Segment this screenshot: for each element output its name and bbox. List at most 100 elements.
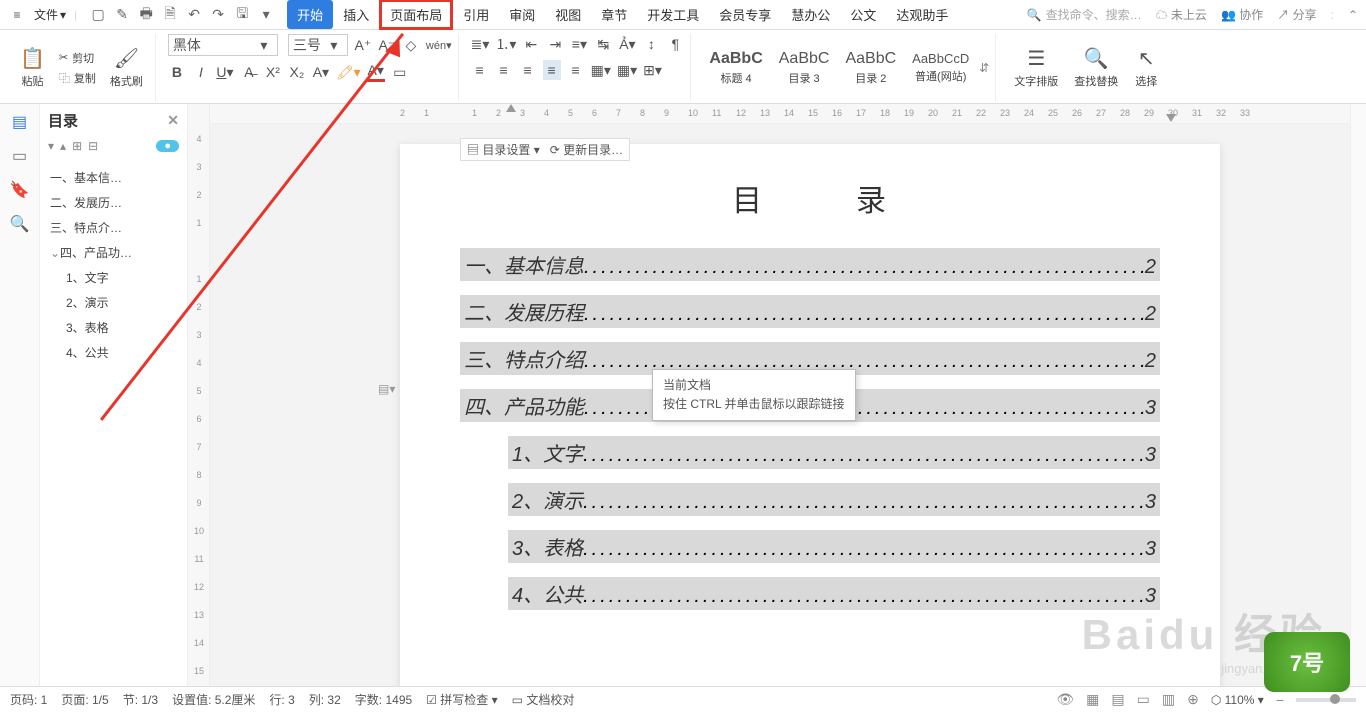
view-print-icon[interactable]: ▦ <box>1086 691 1099 708</box>
outline-item[interactable]: 1、文字 <box>44 265 183 290</box>
status-spellcheck[interactable]: ☑ 拼写检查 ▾ <box>426 691 497 708</box>
tab-references[interactable]: 引用 <box>453 0 499 29</box>
collab-btn[interactable]: 👥 协作 <box>1221 6 1263 23</box>
style-toc3[interactable]: AaBbC目录 3 <box>773 48 836 88</box>
zoom-slider[interactable] <box>1296 698 1356 702</box>
format-painter-button[interactable]: 🖌 格式刷 <box>104 42 149 93</box>
toc-update-button[interactable]: ⟳ 更新目录… <box>550 141 623 158</box>
redo-icon[interactable]: ↷ <box>209 6 227 24</box>
writing-dir-icon[interactable]: Ả▾ <box>618 36 636 53</box>
font-size-select[interactable]: 三号▾ <box>288 34 348 56</box>
print-preview-icon[interactable]: 🗎 <box>161 6 179 24</box>
outline-item[interactable]: 3、表格 <box>44 315 183 340</box>
file-menu[interactable]: 文件 ▾ <box>30 6 70 23</box>
justify-icon[interactable]: ≡ <box>543 60 561 80</box>
print-icon[interactable]: 🖶 <box>137 6 155 24</box>
line-spacing-icon[interactable]: ≡▾ <box>570 36 588 53</box>
tab-chapter[interactable]: 章节 <box>591 0 637 29</box>
outline-rail-icon[interactable]: ▤ <box>12 112 27 132</box>
search-rail-icon[interactable]: 🔍 <box>10 214 30 234</box>
cloud-btn[interactable]: ☁ 未上云 <box>1156 6 1207 23</box>
tabs-icon[interactable]: ↹ <box>594 36 612 53</box>
menu-chevron-icon[interactable]: ⌃ <box>1348 8 1358 22</box>
copy-button[interactable]: ⿻复制 <box>55 69 100 87</box>
sort-icon[interactable]: ↕ <box>642 36 660 52</box>
first-line-indent-marker[interactable] <box>506 104 516 112</box>
tab-huioffice[interactable]: 慧办公 <box>781 0 840 29</box>
bold-icon[interactable]: B <box>168 64 186 80</box>
insert-here-button[interactable]: ▤▾ <box>378 382 395 396</box>
status-col[interactable]: 列: 32 <box>309 691 341 708</box>
tab-devtools[interactable]: 开发工具 <box>637 0 709 29</box>
collapse-all-icon[interactable]: ▴ <box>60 139 66 153</box>
ruler-toggle-icon[interactable]: ⊕ <box>1187 691 1199 708</box>
ruler-vertical[interactable]: 4321123456789101112131415 <box>188 104 210 686</box>
command-search[interactable]: 🔍 查找命令、搜索… <box>1027 6 1142 23</box>
status-page[interactable]: 页面: 1/5 <box>61 691 108 708</box>
highlight-icon[interactable]: 🖍▾ <box>336 64 361 81</box>
chevron-down-icon[interactable]: ⌄ <box>50 246 60 260</box>
zoom-level[interactable]: ⬡ 110% ▾ <box>1211 693 1264 707</box>
superscript-icon[interactable]: X² <box>264 64 282 80</box>
styles-more-icon[interactable]: ⇵ <box>979 61 989 75</box>
hamburger-icon[interactable]: ≡ <box>8 6 26 24</box>
align-right-icon[interactable]: ≡ <box>519 62 537 78</box>
new-icon[interactable]: ▢ <box>89 6 107 24</box>
status-proof[interactable]: ▭ 文档校对 <box>512 691 575 708</box>
toc-entry[interactable]: 3、表格 ...................................… <box>508 530 1160 563</box>
outline-item[interactable]: 三、特点介… <box>44 215 183 240</box>
share-btn[interactable]: ↗ 分享 <box>1277 6 1316 23</box>
status-section[interactable]: 节: 1/3 <box>123 691 158 708</box>
cut-button[interactable]: ✂剪切 <box>55 49 100 67</box>
status-words[interactable]: 字数: 1495 <box>355 691 412 708</box>
indent-icon[interactable]: ⇥ <box>546 36 564 53</box>
char-border-icon[interactable]: ▭ <box>391 64 409 81</box>
remove-level-icon[interactable]: ⊟ <box>88 139 98 153</box>
outdent-icon[interactable]: ⇤ <box>522 36 540 53</box>
strikethrough-icon[interactable]: A̶ <box>240 64 258 80</box>
style-normal-web[interactable]: AaBbCcD普通(网站) <box>906 49 975 86</box>
tab-start[interactable]: 开始 <box>287 0 333 29</box>
view-fullwidth-icon[interactable]: ▥ <box>1162 691 1175 708</box>
view-outline-icon[interactable]: ▤ <box>1111 691 1124 708</box>
status-line[interactable]: 行: 3 <box>269 691 294 708</box>
distribute-icon[interactable]: ≡ <box>567 62 585 78</box>
style-heading4[interactable]: AaBbC标题 4 <box>703 48 768 88</box>
toc-entry[interactable]: 4、公共 ...................................… <box>508 577 1160 610</box>
bullets-icon[interactable]: ≣▾ <box>471 36 490 53</box>
save-icon[interactable]: 🖫 <box>233 6 251 24</box>
expand-all-icon[interactable]: ▾ <box>48 139 54 153</box>
outline-item[interactable]: 一、基本信… <box>44 165 183 190</box>
toc-entry[interactable]: 2、演示 ...................................… <box>508 483 1160 516</box>
toc-entry[interactable]: 1、文字 ...................................… <box>508 436 1160 469</box>
para-marks-icon[interactable]: ¶ <box>666 36 684 52</box>
columns-icon[interactable]: ⊞▾ <box>643 62 662 79</box>
phonetic-icon[interactable]: wén▾ <box>426 39 452 52</box>
toc-entry[interactable]: 二、发展历程 .................................… <box>460 295 1160 328</box>
zoom-out-icon[interactable]: − <box>1276 692 1284 708</box>
find-replace-button[interactable]: 🔍查找替换 <box>1068 42 1124 93</box>
tab-insert[interactable]: 插入 <box>333 0 379 29</box>
shading-icon[interactable]: ▦▾ <box>591 62 611 79</box>
nav-rail-icon[interactable]: ▭ <box>12 146 27 166</box>
paste-button[interactable]: 📋 粘贴 <box>14 42 51 93</box>
italic-icon[interactable]: I <box>192 64 210 80</box>
toc-entry[interactable]: 一、基本信息 .................................… <box>460 248 1160 281</box>
outline-item[interactable]: ⌄四、产品功… <box>44 240 183 265</box>
status-setting[interactable]: 设置值: 5.2厘米 <box>172 691 255 708</box>
style-toc2[interactable]: AaBbC目录 2 <box>839 48 902 88</box>
open-icon[interactable]: ✎ <box>113 6 131 24</box>
tab-daguan[interactable]: 达观助手 <box>886 0 958 29</box>
add-level-icon[interactable]: ⊞ <box>72 139 82 153</box>
tab-gongwen[interactable]: 公文 <box>840 0 886 29</box>
qat-more-icon[interactable]: ▾ <box>257 6 275 24</box>
view-web-icon[interactable]: ▭ <box>1137 691 1150 708</box>
text-arrange-button[interactable]: ☰文字排版 <box>1008 42 1064 93</box>
underline-icon[interactable]: U▾ <box>216 64 234 81</box>
status-page-no[interactable]: 页码: 1 <box>10 691 47 708</box>
tab-view[interactable]: 视图 <box>545 0 591 29</box>
tab-member[interactable]: 会员专享 <box>709 0 781 29</box>
subscript-icon[interactable]: X₂ <box>288 64 306 80</box>
toc-settings-button[interactable]: ▤ 目录设置 ▾ <box>467 141 540 158</box>
outline-item[interactable]: 二、发展历… <box>44 190 183 215</box>
